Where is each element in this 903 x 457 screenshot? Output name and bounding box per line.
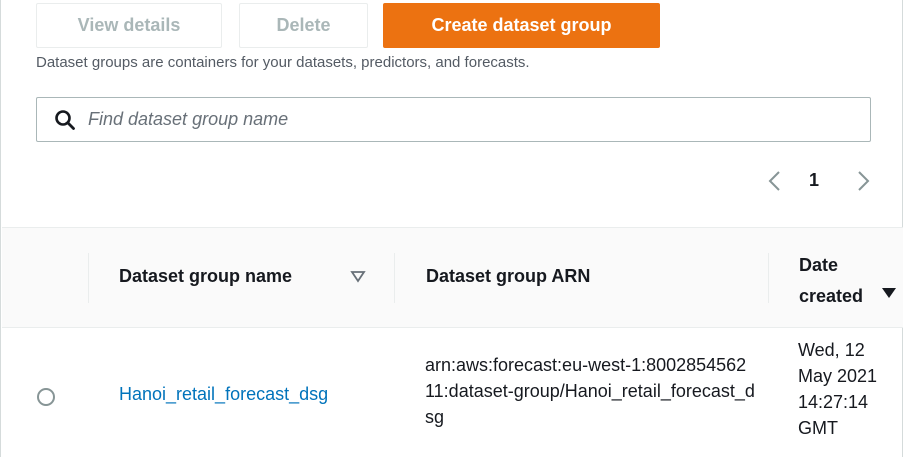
column-header-date-created[interactable]: Date created — [799, 250, 889, 312]
column-header-name[interactable]: Dataset group name — [119, 266, 292, 287]
delete-button[interactable]: Delete — [239, 3, 368, 48]
column-header-arn[interactable]: Dataset group ARN — [426, 266, 590, 287]
column-divider — [394, 253, 395, 303]
page-number-current[interactable]: 1 — [809, 170, 819, 191]
page-description: Dataset groups are containers for your d… — [36, 54, 530, 71]
sort-descending-icon[interactable] — [880, 286, 898, 300]
search-box[interactable] — [36, 97, 871, 142]
column-divider — [768, 253, 769, 303]
table-header: Dataset group name Dataset group ARN Dat… — [2, 227, 903, 328]
search-icon — [55, 109, 75, 130]
dataset-group-arn: arn:aws:forecast:eu-west-1:800285456211:… — [425, 355, 755, 427]
column-divider — [88, 253, 89, 303]
row-select-radio[interactable] — [37, 388, 55, 406]
table-row[interactable]: Hanoi_retail_forecast_dsg arn:aws:foreca… — [2, 329, 903, 457]
sort-icon[interactable] — [350, 267, 366, 285]
chevron-left-icon[interactable] — [765, 166, 785, 196]
dataset-groups-panel: View details Delete Create dataset group… — [0, 0, 903, 457]
create-dataset-group-button[interactable]: Create dataset group — [383, 3, 660, 48]
date-created: Wed, 12 May 2021 14:27:14 GMT — [798, 340, 878, 438]
search-input[interactable] — [88, 109, 848, 130]
chevron-right-icon[interactable] — [853, 166, 873, 196]
dataset-group-name-link[interactable]: Hanoi_retail_forecast_dsg — [119, 384, 328, 405]
view-details-button[interactable]: View details — [36, 3, 222, 48]
